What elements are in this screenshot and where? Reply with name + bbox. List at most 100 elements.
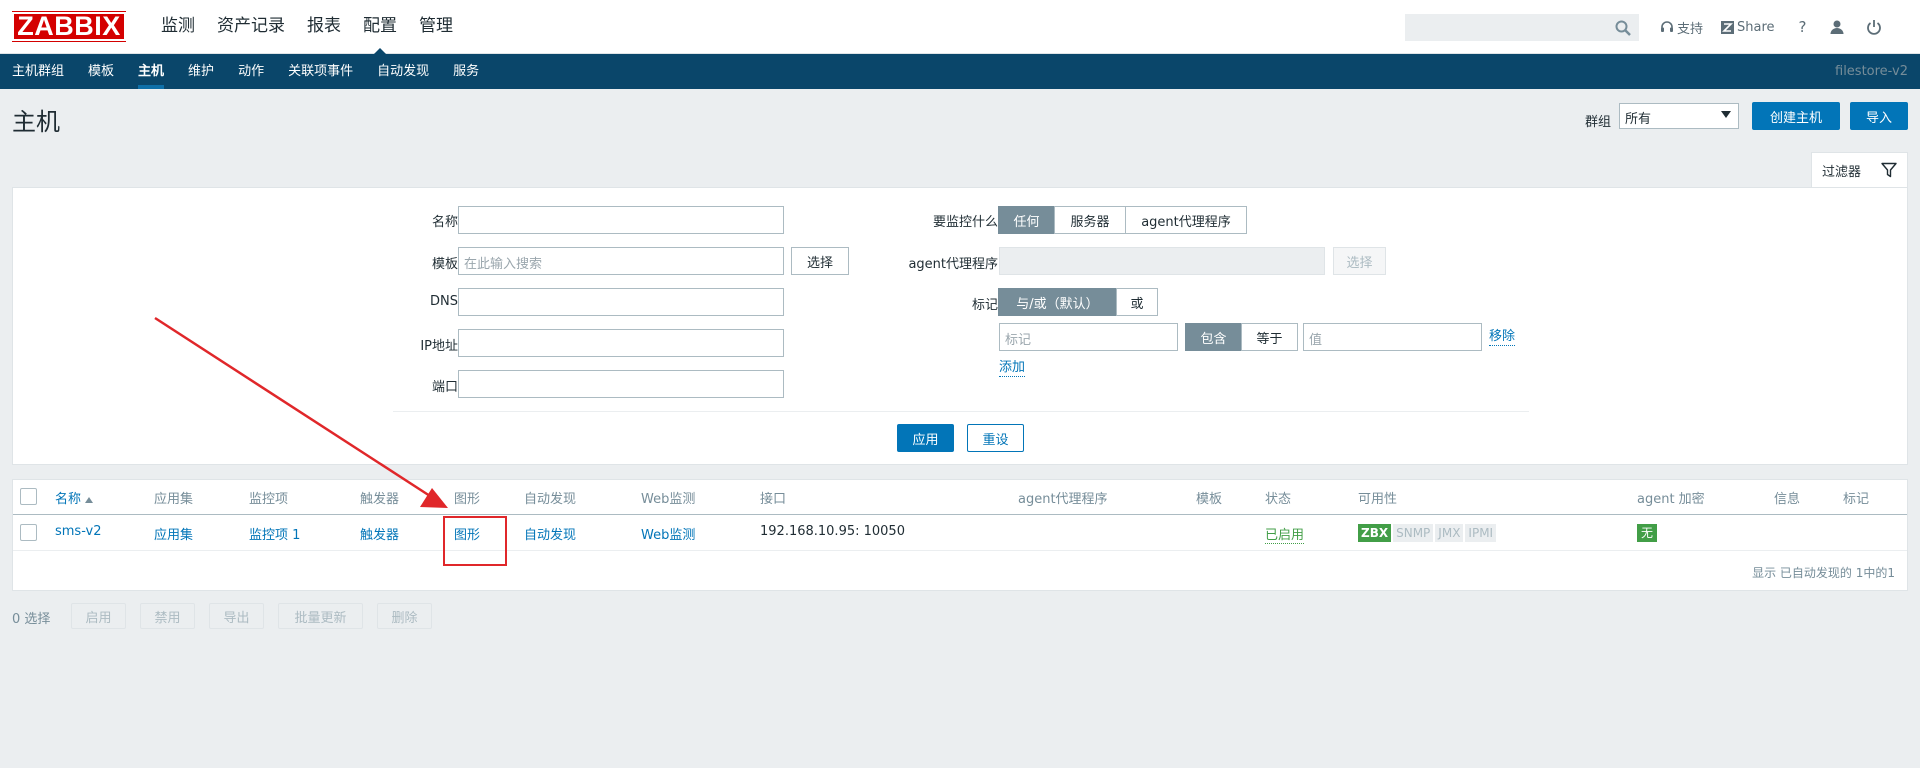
template-select-button[interactable]: 选择 — [791, 247, 849, 275]
main-nav: 监测 资产记录 报表 配置 管理 — [150, 0, 464, 55]
reset-button[interactable]: 重设 — [967, 424, 1024, 452]
header-interface: 接口 — [760, 492, 787, 507]
create-host-button[interactable]: 创建主机 — [1752, 102, 1840, 130]
ip-input[interactable] — [458, 329, 784, 357]
header-encryption: agent 加密 — [1637, 492, 1705, 507]
dns-input[interactable] — [458, 288, 784, 316]
jmx-badge: JMX — [1435, 524, 1464, 542]
nav-inventory[interactable]: 资产记录 — [206, 0, 296, 54]
status-enabled-link[interactable]: 已启用 — [1265, 528, 1305, 544]
row-divider — [13, 550, 1907, 551]
header-graphs: 图形 — [454, 492, 481, 507]
triggers-link[interactable]: 触发器 — [360, 524, 399, 543]
nav-reports[interactable]: 报表 — [296, 0, 352, 54]
selected-count: 0 选择 — [12, 612, 51, 627]
zabbix-share-icon — [1721, 20, 1735, 34]
header-info: 信息 — [1774, 492, 1801, 507]
header-web: Web监测 — [641, 492, 696, 507]
apply-button[interactable]: 应用 — [897, 424, 954, 452]
header-status: 状态 — [1265, 492, 1292, 507]
help-link[interactable]: ? — [1799, 18, 1807, 36]
page-title: 主机 — [12, 108, 60, 136]
header-name-label: 名称 — [55, 492, 82, 507]
subnav-host-groups[interactable]: 主机群组 — [0, 54, 76, 89]
subnav-hosts[interactable]: 主机 — [126, 54, 176, 89]
header-divider — [13, 514, 1907, 515]
tag-name-input[interactable]: 标记 — [999, 323, 1178, 351]
monitor-any[interactable]: 任何 — [998, 206, 1055, 234]
server-name: filestore-v2 — [1835, 64, 1908, 79]
remove-tag-link[interactable]: 移除 — [1489, 329, 1516, 346]
logo-text: ZABBIX — [12, 12, 126, 41]
tags-label: 标记 — [971, 298, 998, 313]
tag-op-contains[interactable]: 包含 — [1185, 323, 1242, 351]
header-name[interactable]: 名称 — [55, 488, 94, 507]
add-tag-link[interactable]: 添加 — [999, 360, 1026, 377]
subnav-discovery[interactable]: 自动发现 — [365, 54, 441, 89]
row-checkbox[interactable] — [20, 524, 37, 541]
support-label: 支持 — [1677, 21, 1704, 37]
logout-link[interactable] — [1866, 19, 1885, 35]
encryption-badge: 无 — [1637, 524, 1658, 542]
template-input[interactable]: 在此输入搜索 — [458, 247, 784, 275]
filter-tab[interactable]: 过滤器 — [1811, 152, 1908, 188]
nav-administration[interactable]: 管理 — [408, 0, 464, 54]
subnav-services[interactable]: 服务 — [441, 54, 491, 89]
search-icon[interactable] — [1614, 19, 1632, 37]
support-link[interactable]: 支持 — [1660, 18, 1703, 37]
header-tags: 标记 — [1843, 492, 1870, 507]
tag-op-equals[interactable]: 等于 — [1241, 323, 1298, 351]
tag-logic-toggle: 与/或（默认） 或 — [998, 288, 1158, 316]
tag-operator-toggle: 包含 等于 — [1185, 323, 1298, 351]
profile-link[interactable] — [1829, 19, 1848, 35]
zabbix-logo[interactable]: ZABBIX — [12, 11, 126, 42]
tag-logic-and-or[interactable]: 与/或（默认） — [998, 288, 1117, 316]
header-items: 监控项 — [249, 492, 289, 507]
proxy-input — [999, 247, 1325, 275]
headset-icon — [1661, 21, 1673, 32]
global-search-input[interactable] — [1405, 14, 1639, 41]
ip-label: IP地址 — [420, 339, 458, 354]
filter-panel: 名称 模板 在此输入搜索 选择 DNS IP地址 端口 要监控什么 任何 服务器… — [12, 187, 1908, 465]
web-link[interactable]: Web监测 — [641, 524, 695, 543]
nav-monitoring[interactable]: 监测 — [150, 0, 206, 54]
status-cell: 已启用 — [1265, 524, 1305, 544]
subnav-templates[interactable]: 模板 — [76, 54, 126, 89]
header-availability: 可用性 — [1358, 492, 1398, 507]
group-select[interactable]: 所有 — [1619, 103, 1739, 129]
name-input[interactable] — [458, 206, 784, 234]
header-proxy: agent代理程序 — [1018, 492, 1108, 507]
power-icon — [1866, 20, 1881, 35]
mass-update-button: 批量更新 — [278, 603, 363, 629]
header-applications: 应用集 — [154, 492, 194, 507]
tag-value-input[interactable]: 值 — [1303, 323, 1482, 351]
import-button[interactable]: 导入 — [1850, 102, 1908, 130]
monitor-proxy[interactable]: agent代理程序 — [1125, 206, 1247, 234]
monitor-server[interactable]: 服务器 — [1054, 206, 1126, 234]
share-link[interactable]: Share — [1721, 20, 1775, 35]
port-label: 端口 — [431, 380, 458, 395]
monitor-label: 要监控什么 — [932, 215, 998, 230]
subnav-correlation[interactable]: 关联项事件 — [276, 54, 365, 89]
discovery-link[interactable]: 自动发现 — [524, 524, 576, 543]
graphs-link[interactable]: 图形 — [454, 524, 480, 543]
help-icon: ? — [1798, 18, 1807, 36]
subnav-maintenance[interactable]: 维护 — [176, 54, 226, 89]
tag-logic-or[interactable]: 或 — [1116, 288, 1158, 316]
port-input[interactable] — [458, 370, 784, 398]
items-link[interactable]: 监控项 1 — [249, 524, 300, 543]
sort-asc-icon — [85, 496, 94, 503]
host-name-link[interactable]: sms-v2 — [55, 524, 102, 539]
monitor-toggle: 任何 服务器 agent代理程序 — [998, 206, 1247, 234]
availability-badges: ZBX SNMP JMX IPMI — [1358, 524, 1498, 542]
proxy-select-button: 选择 — [1333, 247, 1386, 275]
top-links: 支持 Share ? — [1660, 0, 1903, 54]
interface-value: 192.168.10.95: 10050 — [760, 524, 905, 539]
header-discovery: 自动发现 — [524, 492, 577, 507]
nav-configuration[interactable]: 配置 — [352, 0, 408, 55]
top-bar: ZABBIX 监测 资产记录 报表 配置 管理 支持 Share ? — [0, 0, 1920, 55]
applications-link[interactable]: 应用集 — [154, 524, 193, 543]
select-all-checkbox[interactable] — [20, 488, 37, 505]
chevron-down-icon — [1721, 111, 1731, 118]
subnav-actions[interactable]: 动作 — [226, 54, 276, 89]
